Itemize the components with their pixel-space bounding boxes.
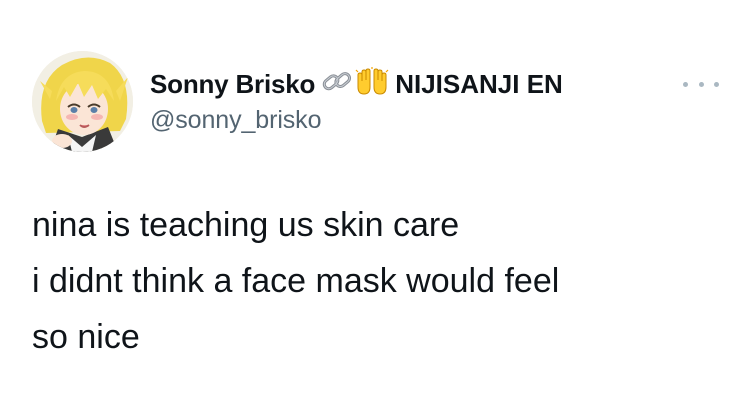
tweet-card: Sonny Brisko NIJISANJI EN @sonny_brisko … <box>0 0 750 403</box>
tweet-text-line: nina is teaching us skin care <box>32 206 460 244</box>
raising-hands-emoji-icon <box>355 66 389 102</box>
more-dot-icon <box>698 81 704 87</box>
display-name[interactable]: Sonny Brisko <box>150 69 315 100</box>
more-options-button[interactable] <box>683 76 719 92</box>
name-row: Sonny Brisko NIJISANJI EN <box>150 66 563 102</box>
tweet-text: nina is teaching us skin care i didnt th… <box>32 197 722 365</box>
tweet-text-line: so nice <box>32 318 140 356</box>
avatar[interactable] <box>32 51 133 152</box>
tweet-text-line: i didnt think a face mask would feel <box>32 262 560 300</box>
tweet-header: Sonny Brisko NIJISANJI EN @sonny_brisko <box>150 66 563 135</box>
more-dot-icon <box>683 81 688 87</box>
link-emoji-icon <box>321 67 353 102</box>
more-dot-icon <box>714 81 719 87</box>
avatar-illustration <box>32 51 133 152</box>
user-handle[interactable]: @sonny_brisko <box>150 106 563 135</box>
affiliation-label[interactable]: NIJISANJI EN <box>395 69 563 100</box>
